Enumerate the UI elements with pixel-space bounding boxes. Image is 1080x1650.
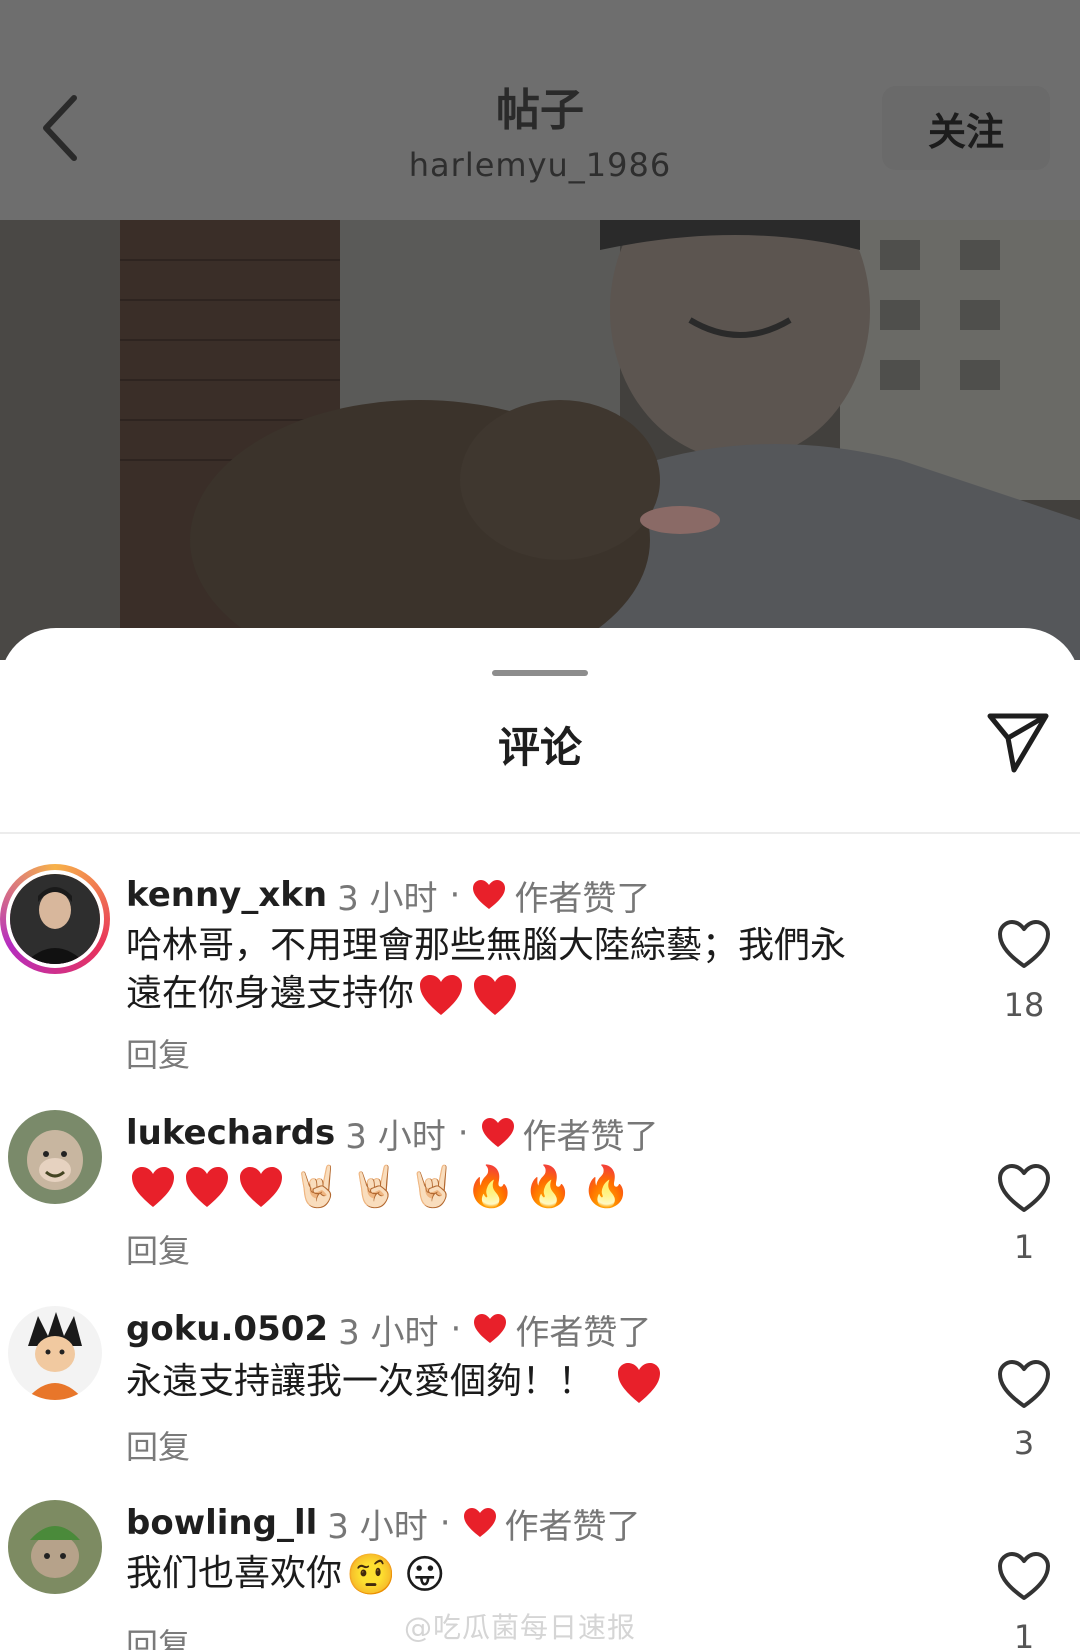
comment-text: 我们也喜欢你 🤨 😛: [126, 1550, 946, 1599]
send-icon[interactable]: [984, 708, 1052, 776]
follow-button[interactable]: 关注: [882, 86, 1050, 170]
avatar[interactable]: [8, 1110, 102, 1204]
heart-outline-icon[interactable]: [996, 1358, 1052, 1410]
watermark: @吃瓜菌每日速报: [404, 1611, 637, 1644]
like-count: 3: [1013, 1424, 1035, 1462]
author-liked-label: 作者赞了: [504, 1506, 641, 1547]
heart-outline-icon[interactable]: [996, 1162, 1052, 1214]
red-heart-emoji-icon: [132, 1167, 174, 1207]
heart-outline-icon[interactable]: [996, 918, 1052, 970]
comment-time: 3 小时: [337, 878, 438, 919]
heart-outline-icon[interactable]: [996, 1550, 1052, 1602]
comment-text-content: 永遠支持讓我一次愛個夠！！: [126, 1361, 595, 1402]
fire-emoji-icon: 🔥: [581, 1164, 631, 1210]
comment-meta: kenny_xkn 3 小时 · 作者赞了: [126, 872, 651, 919]
rock-hand-emoji-icon: 🤘🏻: [349, 1164, 400, 1210]
comment-meta: bowling_ll 3 小时 · 作者赞了: [126, 1500, 641, 1547]
red-heart-emoji-icon: [240, 1167, 282, 1207]
comment-text: 哈林哥，不用理會那些無腦大陸綜藝；我們永 遠在你身邊支持你: [126, 922, 946, 1018]
separator: ·: [450, 1309, 462, 1349]
separator: ·: [449, 875, 461, 915]
avatar[interactable]: [0, 864, 110, 974]
author-liked-label: 作者赞了: [515, 1312, 652, 1353]
like-count: 1: [1013, 1618, 1035, 1650]
red-heart-emoji-icon: [474, 975, 517, 1015]
separator: ·: [439, 1503, 451, 1543]
comment-meta: lukechards 3 小时 · 作者赞了: [126, 1110, 659, 1157]
fire-emoji-icon: 🔥: [465, 1164, 516, 1210]
comment-text: 🤘🏻 🤘🏻 🤘🏻 🔥 🔥 🔥: [126, 1162, 946, 1211]
small-heart-icon: [463, 1508, 496, 1537]
post-photo: [0, 220, 1080, 660]
author-liked-label: 作者赞了: [522, 1116, 659, 1157]
sheet-divider: [0, 832, 1080, 834]
reply-button[interactable]: 回复: [126, 1030, 190, 1076]
rock-hand-emoji-icon: 🤘🏻: [407, 1164, 458, 1210]
red-heart-emoji-icon: [420, 975, 463, 1015]
red-heart-emoji-icon: [618, 1363, 661, 1403]
rock-hand-emoji-icon: 🤘🏻: [292, 1164, 342, 1210]
comments-title: 评论: [497, 723, 582, 772]
comment-text-content: 遠在你身邊支持你: [126, 973, 415, 1014]
comment-username[interactable]: bowling_ll: [126, 1503, 317, 1543]
tongue-out-emoji-icon: 😛: [403, 1552, 446, 1598]
top-bar: 帖子 harlemyu_1986 关注: [0, 0, 1080, 220]
comment-text-line: 哈林哥，不用理會那些無腦大陸綜藝；我們永: [126, 925, 847, 966]
reply-button[interactable]: 回复: [126, 1620, 190, 1650]
small-heart-icon: [474, 1314, 507, 1343]
fire-emoji-icon: 🔥: [523, 1164, 574, 1210]
small-heart-icon: [473, 880, 506, 909]
reply-button[interactable]: 回复: [126, 1422, 190, 1468]
reply-button[interactable]: 回复: [126, 1226, 190, 1272]
comment-time: 3 小时: [345, 1116, 446, 1157]
separator: ·: [457, 1113, 469, 1153]
comment-text-content: 我们也喜欢你: [126, 1553, 343, 1594]
like-count: 1: [1013, 1228, 1035, 1266]
red-heart-emoji-icon: [186, 1167, 228, 1207]
raised-eyebrow-emoji-icon: 🤨: [346, 1552, 396, 1598]
avatar[interactable]: [8, 1500, 102, 1594]
comment-time: 3 小时: [327, 1506, 428, 1547]
drag-handle[interactable]: [492, 670, 588, 676]
small-heart-icon: [481, 1118, 514, 1147]
comment-time: 3 小时: [338, 1312, 439, 1353]
avatar[interactable]: [8, 1306, 102, 1400]
like-count: 18: [1003, 986, 1045, 1024]
comment-meta: goku.0502 3 小时 · 作者赞了: [126, 1306, 652, 1353]
comment-username[interactable]: kenny_xkn: [126, 875, 327, 915]
comment-username[interactable]: goku.0502: [126, 1309, 328, 1349]
comment-text: 永遠支持讓我一次愛個夠！！: [126, 1358, 946, 1406]
comment-text-line: 遠在你身邊支持你: [126, 970, 946, 1018]
comment-username[interactable]: lukechards: [126, 1113, 335, 1153]
author-liked-label: 作者赞了: [514, 878, 651, 919]
